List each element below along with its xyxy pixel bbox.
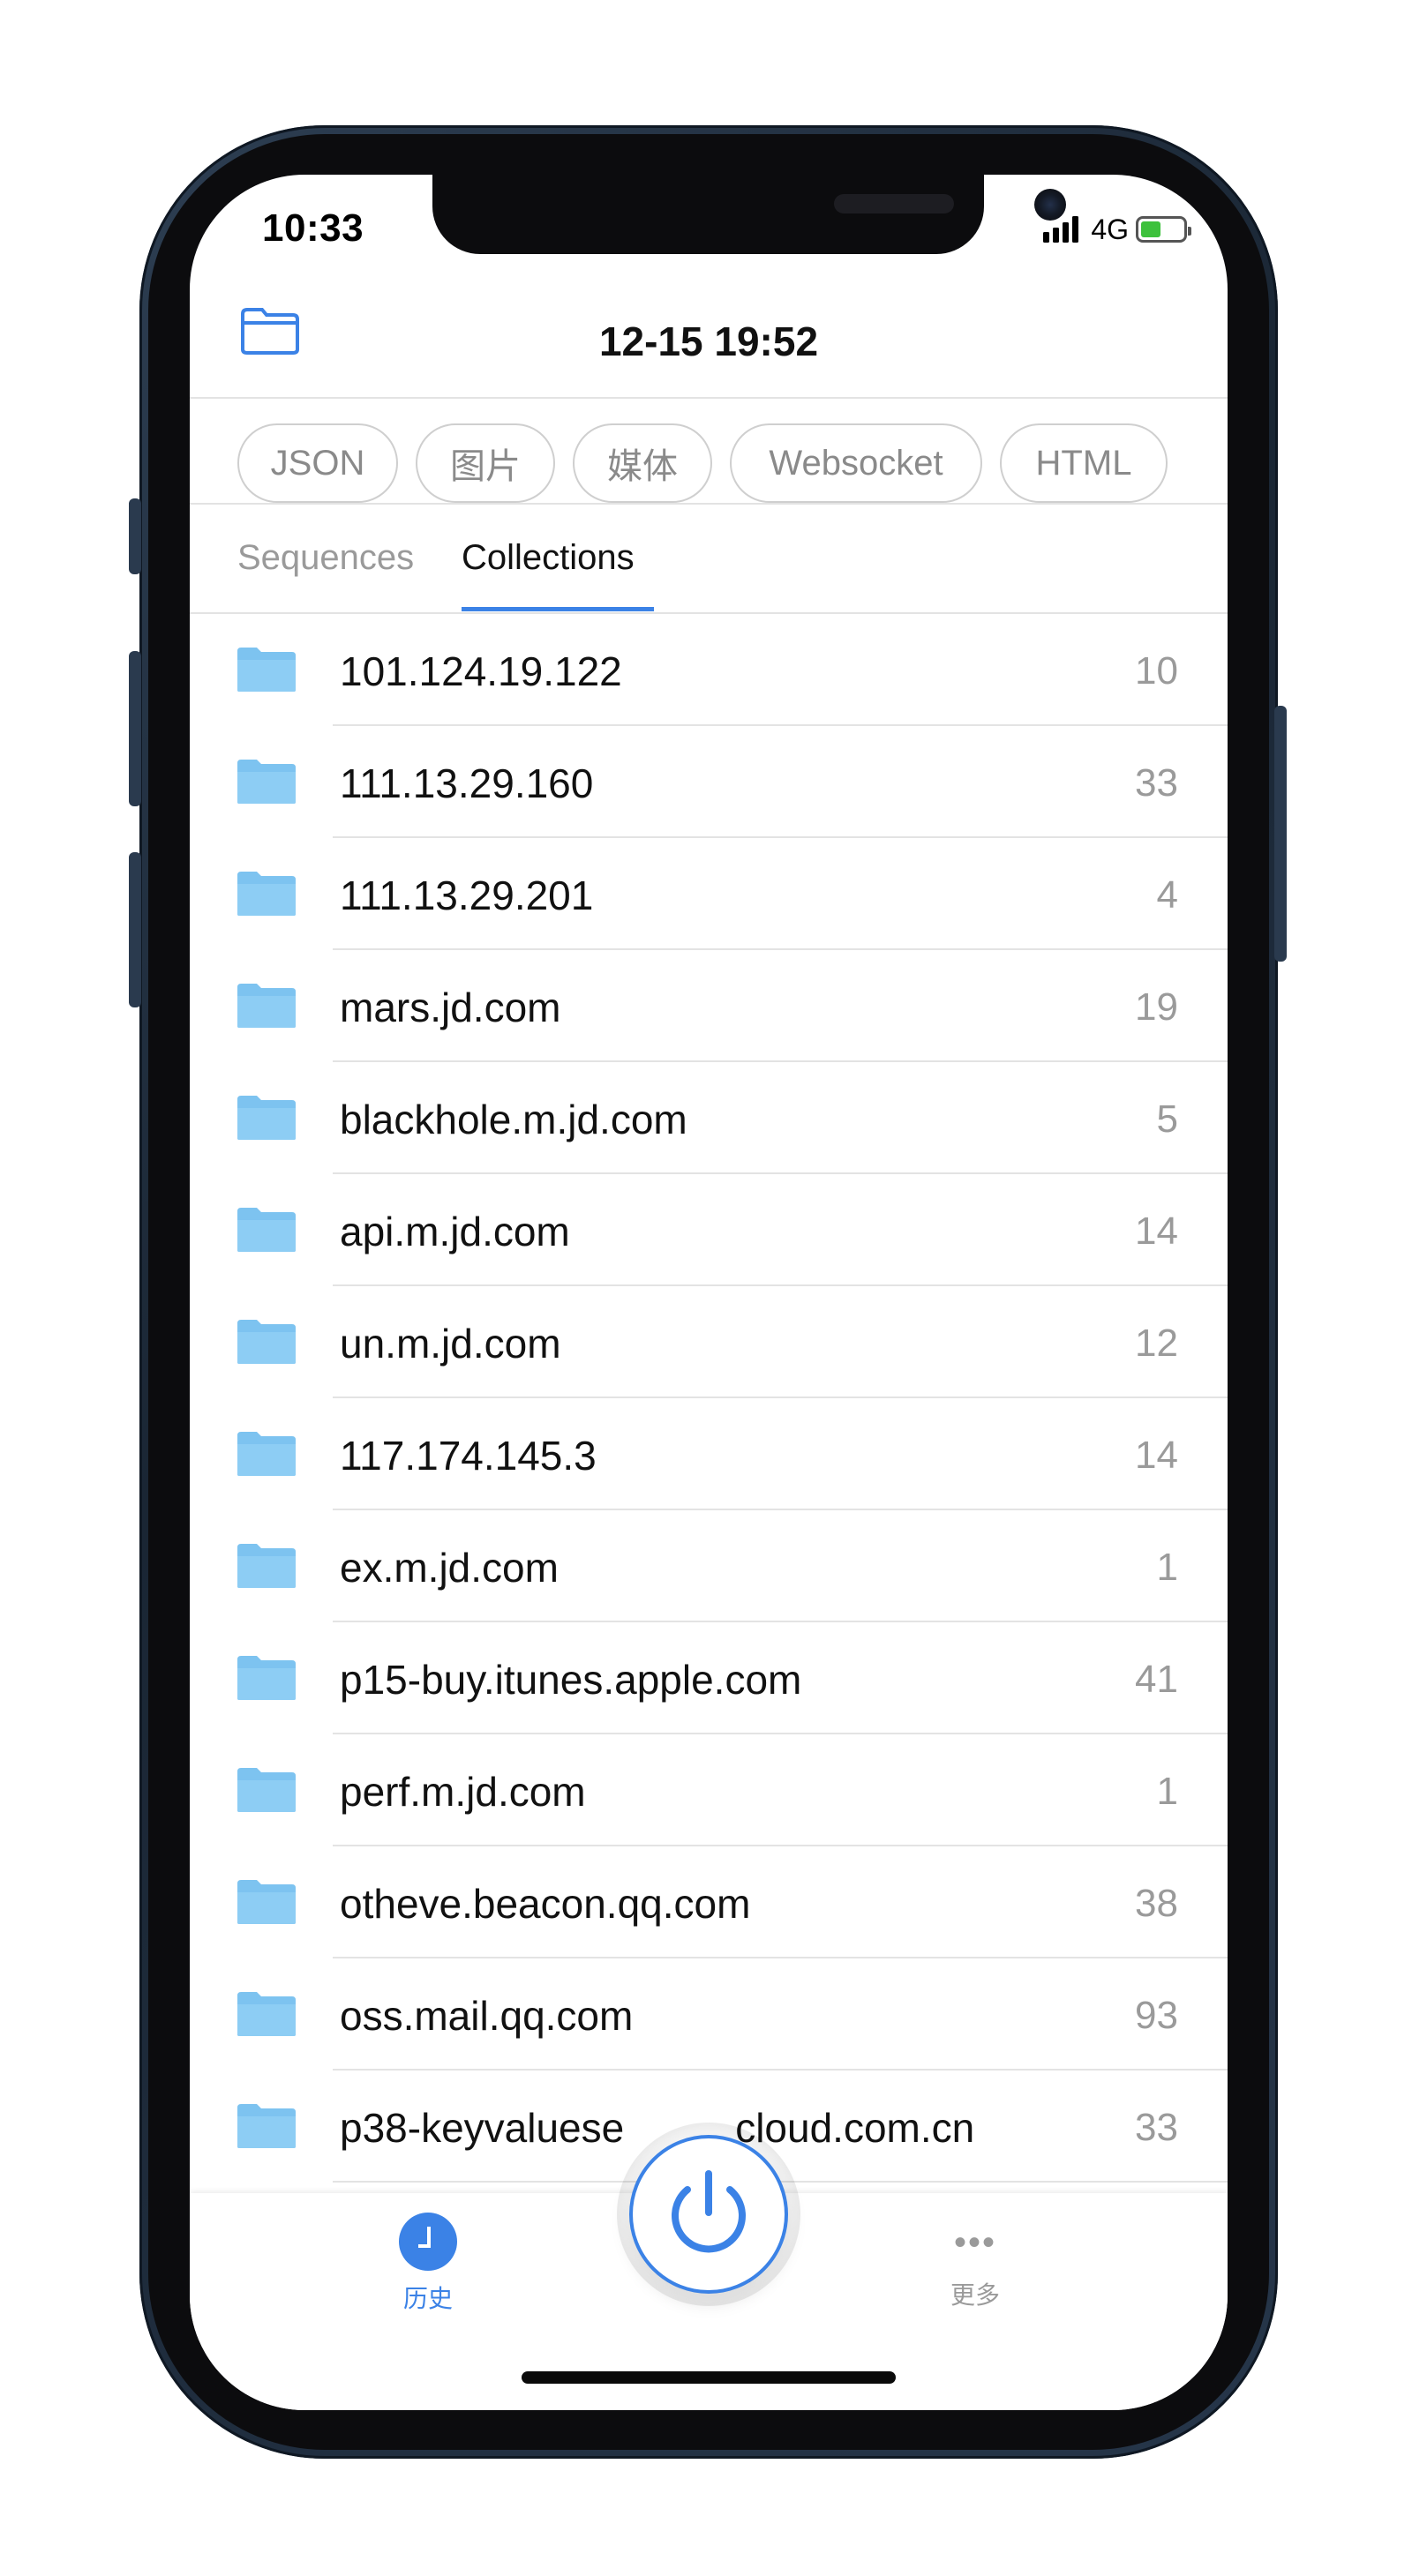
status-indicators: 4G xyxy=(1043,212,1191,247)
mute-switch xyxy=(129,498,141,574)
list-item[interactable]: api.m.jd.com 14 xyxy=(190,1174,1228,1286)
power-side-button xyxy=(1274,706,1287,962)
host-name: blackhole.m.jd.com xyxy=(340,1097,687,1142)
tab-sequences[interactable]: Sequences xyxy=(237,538,414,578)
folder-icon xyxy=(237,2104,296,2148)
active-tab-indicator xyxy=(462,607,654,611)
request-count: 10 xyxy=(1135,649,1178,693)
host-name: ex.m.jd.com xyxy=(340,1545,559,1591)
list-item[interactable]: 111.13.29.160 33 xyxy=(190,726,1228,838)
list-item[interactable]: 111.13.29.201 4 xyxy=(190,838,1228,950)
list-item[interactable]: mars.jd.com 19 xyxy=(190,950,1228,1062)
filter-chip-websocket[interactable]: Websocket xyxy=(730,423,982,503)
segment-tabs: Sequences Collections xyxy=(190,505,1228,614)
request-count: 12 xyxy=(1135,1322,1178,1365)
request-count: 1 xyxy=(1156,1770,1178,1813)
volume-up-button xyxy=(129,651,141,806)
notch xyxy=(432,175,1066,254)
filter-chip-bar: JSON 图片 媒体 Websocket HTML xyxy=(190,399,1228,505)
folder-icon xyxy=(237,1768,296,1812)
tab-more[interactable]: ••• 更多 xyxy=(922,2225,1028,2311)
folder-icon xyxy=(237,1544,296,1588)
host-name: oss.mail.qq.com xyxy=(340,1993,634,2039)
tab-history[interactable]: 历史 xyxy=(375,2213,481,2315)
battery-icon xyxy=(1136,216,1191,243)
power-button[interactable] xyxy=(629,2135,788,2294)
list-item[interactable]: 101.124.19.122 10 xyxy=(190,614,1228,726)
filter-chip-images[interactable]: 图片 xyxy=(416,423,555,503)
host-name: un.m.jd.com xyxy=(340,1321,561,1367)
host-name: 101.124.19.122 xyxy=(340,648,622,694)
folder-icon xyxy=(237,1096,296,1140)
request-count: 1 xyxy=(1156,1546,1178,1589)
more-icon: ••• xyxy=(953,2223,996,2262)
folder-icon xyxy=(237,1432,296,1476)
host-name: 117.174.145.3 xyxy=(340,1433,597,1479)
host-name: perf.m.jd.com xyxy=(340,1769,586,1815)
tab-history-label: 历史 xyxy=(402,2285,453,2312)
page-title: 12-15 19:52 xyxy=(598,318,819,364)
list-item[interactable]: perf.m.jd.com 1 xyxy=(190,1734,1228,1846)
host-name: 111.13.29.201 xyxy=(340,872,594,918)
list-item[interactable]: blackhole.m.jd.com 5 xyxy=(190,1062,1228,1174)
folder-icon xyxy=(237,1992,296,2036)
list-item[interactable]: otheve.beacon.qq.com 38 xyxy=(190,1846,1228,1958)
host-name: p15-buy.itunes.apple.com xyxy=(340,1657,802,1703)
clock-icon xyxy=(399,2213,457,2271)
host-name: 111.13.29.160 xyxy=(340,760,594,806)
tab-collections[interactable]: Collections xyxy=(462,538,635,578)
request-count: 14 xyxy=(1135,1434,1178,1477)
status-time: 10:33 xyxy=(262,206,364,250)
request-count: 14 xyxy=(1135,1209,1178,1253)
host-name: mars.jd.com xyxy=(340,985,561,1030)
top-bar: 12-15 19:52 xyxy=(190,272,1228,399)
list-item[interactable]: oss.mail.qq.com 93 xyxy=(190,1958,1228,2071)
folder-icon xyxy=(237,1656,296,1700)
folder-icon xyxy=(237,872,296,916)
list-item[interactable]: ex.m.jd.com 1 xyxy=(190,1510,1228,1622)
request-count: 38 xyxy=(1135,1882,1178,1925)
request-count: 5 xyxy=(1156,1097,1178,1141)
list-item[interactable]: p15-buy.itunes.apple.com 41 xyxy=(190,1622,1228,1734)
list-item[interactable]: un.m.jd.com 12 xyxy=(190,1286,1228,1398)
folder-icon xyxy=(237,984,296,1028)
filter-chip-media[interactable]: 媒体 xyxy=(573,423,712,503)
folder-icon xyxy=(237,760,296,804)
speaker-grille xyxy=(834,194,954,213)
filter-chip-json[interactable]: JSON xyxy=(237,423,398,503)
request-count: 93 xyxy=(1135,1994,1178,2037)
phone-screen: 10:33 4G 12-15 19:52 JSON 图片 媒体 Websocke… xyxy=(190,175,1228,2410)
request-count: 33 xyxy=(1135,761,1178,805)
host-list: 101.124.19.122 10 111.13.29.160 33 111.13.29… xyxy=(190,614,1228,2183)
host-name: api.m.jd.com xyxy=(340,1209,570,1254)
power-icon xyxy=(672,2170,746,2253)
request-count: 33 xyxy=(1135,2106,1178,2149)
folder-icon xyxy=(237,1880,296,1924)
home-indicator xyxy=(522,2371,896,2384)
front-camera xyxy=(1034,189,1066,221)
folder-icon xyxy=(237,648,296,692)
folder-icon xyxy=(237,1320,296,1364)
filter-chip-html[interactable]: HTML xyxy=(1000,423,1168,503)
network-type: 4G xyxy=(1091,213,1129,245)
folder-icon xyxy=(237,1208,296,1252)
host-name: otheve.beacon.qq.com xyxy=(340,1881,751,1927)
request-count: 41 xyxy=(1135,1658,1178,1701)
tab-more-label: 更多 xyxy=(950,2281,1000,2309)
list-item[interactable]: 117.174.145.3 14 xyxy=(190,1398,1228,1510)
request-count: 4 xyxy=(1156,873,1178,917)
volume-down-button xyxy=(129,852,141,1007)
request-count: 19 xyxy=(1135,985,1178,1029)
